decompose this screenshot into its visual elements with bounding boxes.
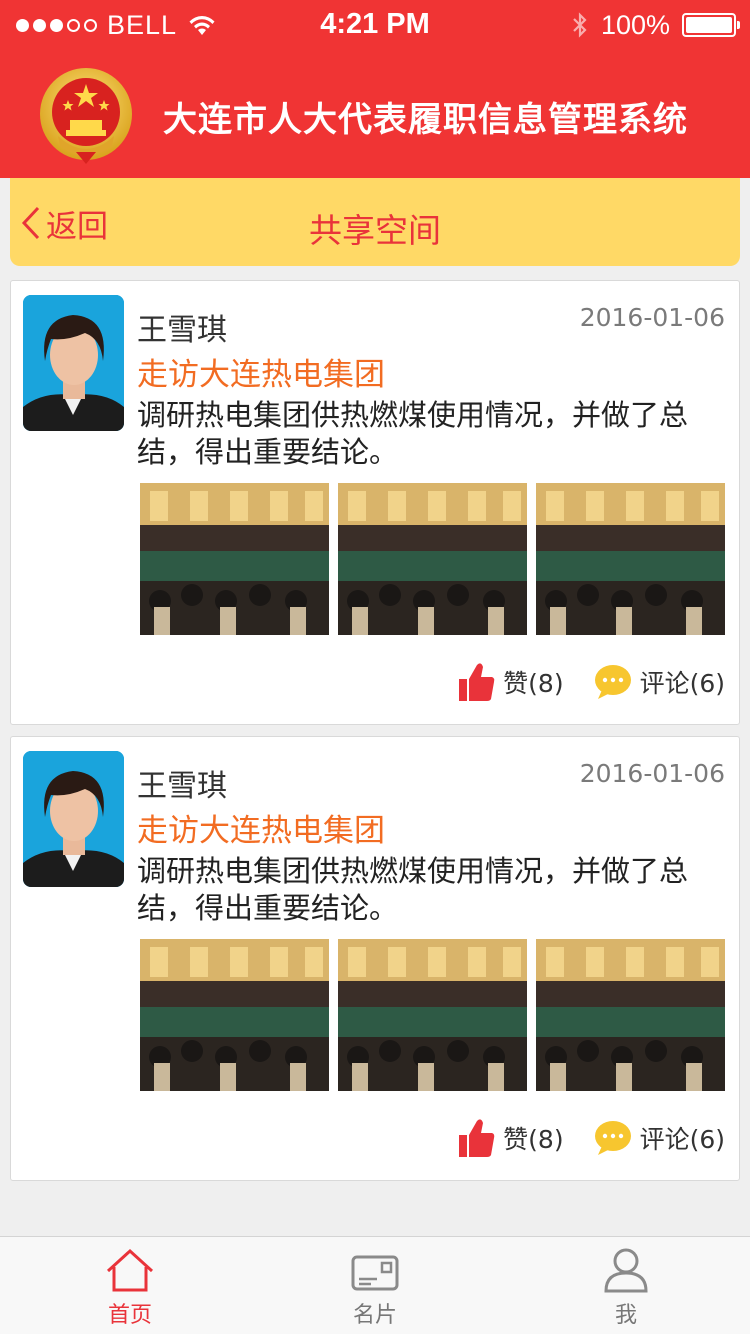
meeting-photo[interactable]	[140, 939, 329, 1091]
status-bar: BELL 4:21 PM 100%	[0, 0, 750, 50]
tab-home[interactable]: 首页	[70, 1247, 190, 1329]
post-card[interactable]: 王雪琪 2016-01-06 走访大连热电集团 调研热电集团供热燃煤使用情况，并…	[10, 280, 740, 725]
nav-bar: 返回 共享空间	[10, 178, 740, 266]
meeting-photo[interactable]	[338, 483, 527, 635]
post-title[interactable]: 走访大连热电集团	[137, 805, 385, 850]
comment-button[interactable]: 评论(6)	[594, 664, 725, 700]
thumbs-up-icon	[459, 663, 495, 701]
tab-card-label: 名片	[352, 1303, 397, 1328]
post-author: 王雪琪	[137, 769, 227, 804]
thumbs-up-icon	[459, 1119, 495, 1157]
photo-gallery	[140, 939, 725, 1091]
bluetooth-icon	[573, 12, 587, 38]
like-button[interactable]: 赞(8)	[459, 661, 564, 703]
battery-percent: 100%	[600, 9, 670, 40]
like-count: 赞(8)	[503, 669, 564, 698]
meeting-photo[interactable]	[140, 483, 329, 635]
comment-button[interactable]: 评论(6)	[594, 1120, 725, 1156]
comment-count: 评论(6)	[639, 1125, 725, 1154]
app-header: BELL 4:21 PM 100% 大连市人大代表履职信息管理系统	[0, 0, 750, 178]
post-date: 2016-01-06	[579, 759, 725, 788]
user-icon	[604, 1248, 648, 1293]
battery-icon	[682, 13, 740, 37]
tab-home-label: 首页	[107, 1303, 152, 1328]
photo-gallery	[140, 483, 725, 635]
post-author: 王雪琪	[137, 313, 227, 348]
post-actions: 赞(8) 评论(6)	[459, 1117, 725, 1159]
comment-bubble-icon	[594, 665, 631, 699]
tab-me-label: 我	[614, 1303, 637, 1328]
business-card-icon	[351, 1255, 399, 1291]
post-actions: 赞(8) 评论(6)	[459, 661, 725, 703]
tab-bar: 首页 名片 我	[0, 1236, 750, 1334]
home-icon	[106, 1248, 154, 1292]
tab-card[interactable]: 名片	[315, 1247, 435, 1329]
comment-bubble-icon	[594, 1121, 631, 1155]
post-title[interactable]: 走访大连热电集团	[137, 349, 385, 394]
meeting-photo[interactable]	[338, 939, 527, 1091]
like-button[interactable]: 赞(8)	[459, 1117, 564, 1159]
avatar[interactable]	[23, 295, 124, 431]
meeting-photo[interactable]	[536, 483, 725, 635]
avatar[interactable]	[23, 751, 124, 887]
app-title: 大连市人大代表履职信息管理系统	[163, 100, 688, 140]
meeting-photo[interactable]	[536, 939, 725, 1091]
page-title: 共享空间	[309, 211, 441, 250]
post-body: 调研热电集团供热燃煤使用情况，并做了总结，得出重要结论。	[137, 854, 689, 925]
feed-list: 王雪琪 2016-01-06 走访大连热电集团 调研热电集团供热燃煤使用情况，并…	[10, 280, 740, 1192]
tab-me[interactable]: 我	[566, 1247, 686, 1329]
post-card[interactable]: 王雪琪 2016-01-06 走访大连热电集团 调研热电集团供热燃煤使用情况，并…	[10, 736, 740, 1181]
comment-count: 评论(6)	[639, 669, 725, 698]
status-right: 100%	[571, 9, 740, 40]
national-emblem-icon	[40, 68, 132, 164]
like-count: 赞(8)	[503, 1125, 564, 1154]
post-body: 调研热电集团供热燃煤使用情况，并做了总结，得出重要结论。	[137, 398, 689, 469]
post-date: 2016-01-06	[579, 303, 725, 332]
